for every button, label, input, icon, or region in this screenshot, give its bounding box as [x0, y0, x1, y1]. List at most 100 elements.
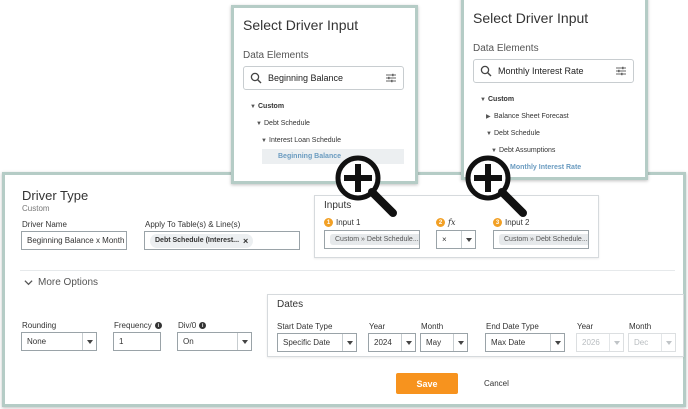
popup-section-label: Data Elements	[473, 43, 539, 54]
start-month-value: May	[426, 338, 442, 347]
tree-item[interactable]: ▼ Custom	[480, 96, 514, 103]
zoom-in-magnifier-icon	[465, 155, 527, 217]
tree-item-label: Custom	[258, 103, 285, 110]
div0-value: On	[183, 337, 194, 346]
fx-label: fx	[448, 218, 456, 227]
driver-name-label: Driver Name	[22, 220, 67, 229]
input1-badge: 1	[324, 218, 333, 227]
rounding-label: Rounding	[22, 321, 57, 330]
apply-to-label: Apply To Table(s) & Line(s)	[145, 220, 241, 229]
tree-item-label: Debt Schedule	[494, 130, 540, 137]
apply-to-chip-label: Debt Schedule (Interest...	[155, 237, 240, 244]
input1-label-row: 1 Input 1	[324, 218, 360, 227]
caret-down-icon: ▼	[480, 97, 486, 103]
input2-label-row: 3 Input 2	[493, 218, 529, 227]
frequency-input[interactable]: 1	[113, 332, 161, 351]
tree-item[interactable]: ▼ Interest Loan Schedule	[261, 137, 341, 144]
end-month-value: Dec	[634, 338, 649, 347]
div0-label-row: Div/0 i	[178, 321, 207, 330]
fx-badge: 2	[436, 218, 445, 227]
driver-type-subtitle: Custom	[22, 204, 50, 213]
chevron-down-icon	[82, 333, 96, 350]
driver-type-title: Driver Type	[22, 188, 89, 203]
chevron-down-icon	[237, 333, 251, 350]
div0-select[interactable]: On	[177, 332, 252, 351]
chip-close-icon[interactable]: ×	[243, 236, 248, 246]
fx-label-row: 2 fx	[436, 218, 455, 227]
search-input[interactable]: Beginning Balance	[243, 66, 404, 90]
input2-badge: 3	[493, 218, 502, 227]
more-options-toggle[interactable]: More Options	[24, 277, 98, 288]
start-year-value: 2024	[374, 338, 392, 347]
operator-value: ×	[442, 235, 447, 244]
caret-down-icon: ▼	[261, 138, 267, 144]
end-month-label: Month	[629, 322, 652, 331]
start-year-label: Year	[369, 322, 386, 331]
apply-to-chip: Debt Schedule (Interest... ×	[150, 233, 254, 248]
start-month-select[interactable]: May	[420, 333, 468, 352]
popup-title: Select Driver Input	[243, 17, 359, 33]
chevron-down-icon	[550, 334, 564, 351]
input2-field[interactable]: Custom » Debt Schedule...	[493, 230, 589, 249]
popup-title: Select Driver Input	[473, 10, 589, 26]
tree-item-label: Debt Schedule	[264, 120, 310, 127]
dates-section: Dates Start Date Type Specific Date Year…	[267, 294, 684, 357]
end-date-type-label: End Date Type	[486, 322, 539, 331]
cancel-button[interactable]: Cancel	[484, 379, 509, 388]
caret-down-icon: ▼	[486, 131, 492, 137]
filter-icon[interactable]	[385, 72, 397, 84]
search-icon	[250, 72, 262, 84]
chevron-down-icon	[609, 334, 623, 351]
tree-item-label: Custom	[488, 96, 515, 103]
zoom-in-magnifier-icon	[335, 155, 397, 217]
divider	[20, 270, 675, 271]
end-year-select: 2026	[576, 333, 624, 352]
chevron-down-icon	[401, 334, 415, 351]
tree-item-label: Balance Sheet Forecast	[494, 113, 569, 120]
rounding-value: None	[27, 337, 47, 346]
chevron-down-icon	[24, 280, 33, 286]
caret-down-icon: ▼	[250, 104, 256, 110]
tree-item[interactable]: ▼ Debt Schedule	[256, 120, 310, 127]
input2-value: Custom » Debt Schedule...	[499, 234, 588, 245]
start-date-type-value: Specific Date	[283, 338, 331, 347]
search-value: Beginning Balance	[268, 73, 344, 83]
popup-section-label: Data Elements	[243, 50, 309, 61]
apply-to-input[interactable]: Debt Schedule (Interest... ×	[144, 231, 300, 250]
search-input[interactable]: Monthly Interest Rate	[473, 59, 634, 83]
tree-item[interactable]: ▶ Balance Sheet Forecast	[486, 113, 569, 120]
chevron-down-icon	[461, 231, 475, 248]
save-button[interactable]: Save	[396, 373, 458, 394]
caret-down-icon: ▼	[256, 121, 262, 127]
more-options-label: More Options	[38, 277, 99, 288]
end-date-type-select[interactable]: Max Date	[485, 333, 565, 352]
info-icon[interactable]: i	[199, 322, 207, 329]
tree-item[interactable]: ▼ Debt Schedule	[486, 130, 540, 137]
operator-select[interactable]: ×	[436, 230, 476, 249]
dates-title: Dates	[277, 299, 304, 310]
frequency-label: Frequency	[114, 321, 152, 330]
tree-item-label: Interest Loan Schedule	[269, 137, 341, 144]
input1-label: Input 1	[336, 218, 361, 227]
caret-right-icon: ▶	[486, 114, 491, 120]
driver-name-input[interactable]: Beginning Balance x Month	[21, 231, 127, 250]
end-year-label: Year	[577, 322, 594, 331]
start-month-label: Month	[421, 322, 444, 331]
info-icon[interactable]: i	[154, 322, 162, 329]
start-year-select[interactable]: 2024	[368, 333, 416, 352]
tree-item[interactable]: ▼ Custom	[250, 103, 284, 110]
end-year-value: 2026	[582, 338, 600, 347]
end-date-type-value: Max Date	[491, 338, 526, 347]
input2-label: Input 2	[505, 218, 530, 227]
chevron-down-icon	[453, 334, 467, 351]
div0-label: Div/0	[178, 321, 197, 330]
start-date-type-label: Start Date Type	[277, 322, 333, 331]
chevron-down-icon	[342, 334, 356, 351]
input1-value: Custom » Debt Schedule...	[330, 234, 419, 245]
start-date-type-select[interactable]: Specific Date	[277, 333, 357, 352]
end-month-select: Dec	[628, 333, 676, 352]
rounding-select[interactable]: None	[21, 332, 97, 351]
input1-field[interactable]: Custom » Debt Schedule...	[324, 230, 420, 249]
search-icon	[480, 65, 492, 77]
filter-icon[interactable]	[615, 65, 627, 77]
